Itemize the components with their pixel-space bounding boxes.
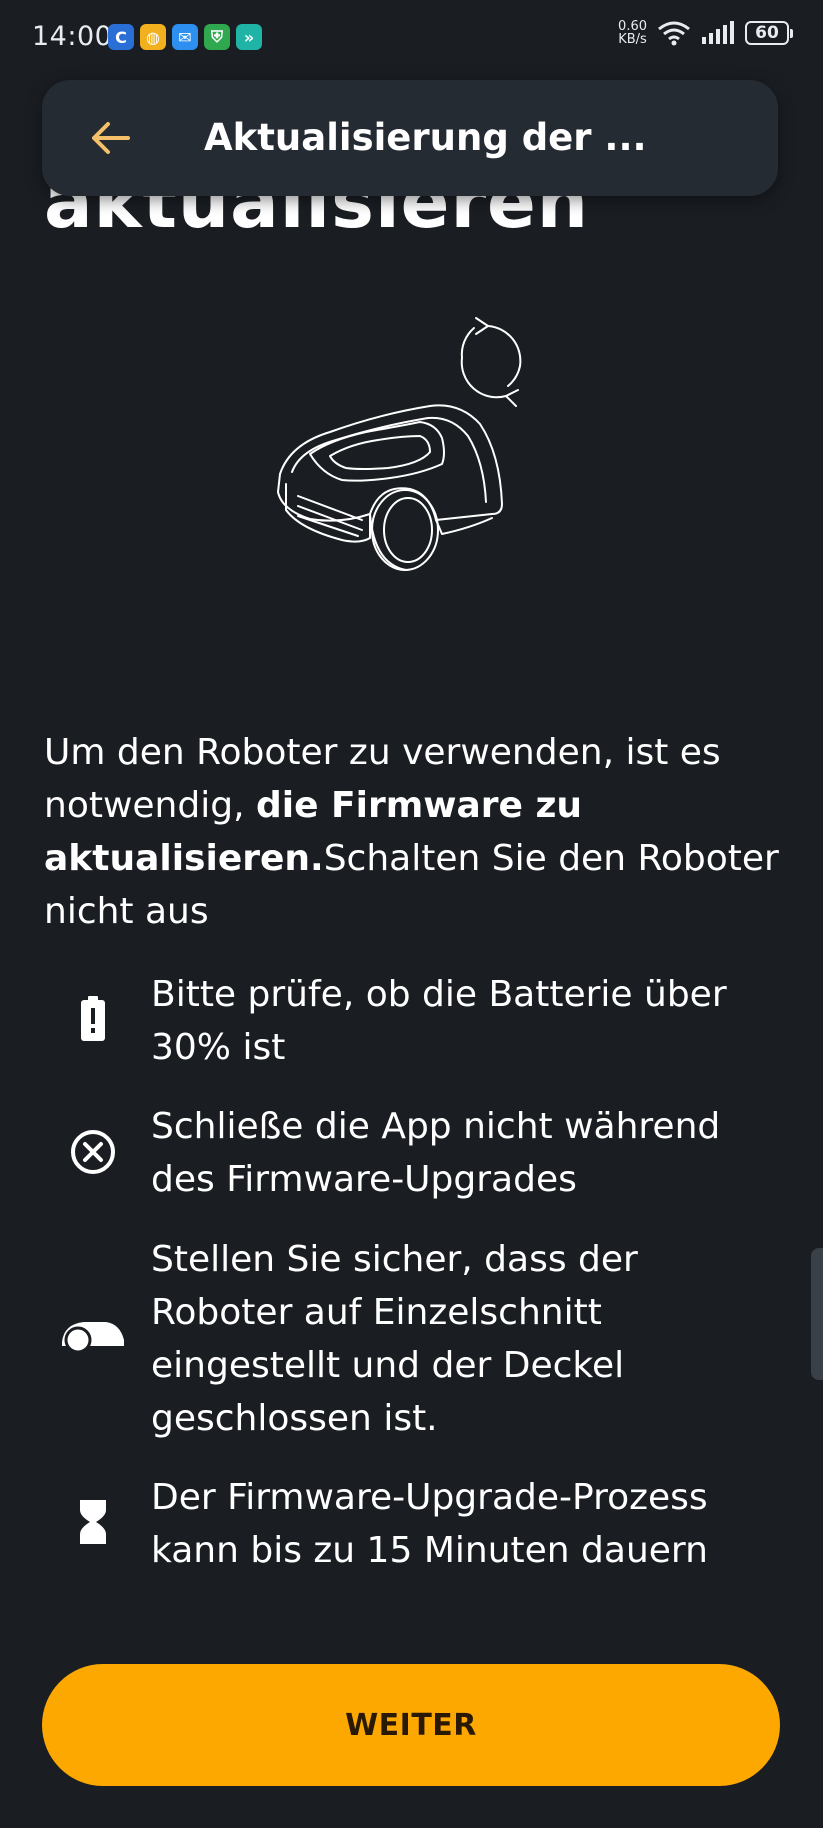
net-speed: 0.60 KB/s [618,20,647,46]
globe-app-icon: ◍ [140,24,166,50]
requirement-mower-setup-line1: Stellen Sie sicher, dass der [151,1239,638,1280]
intro-text: Um den Roboter zu verwenden, ist es notw… [44,726,784,938]
battery-tip [790,28,793,38]
requirement-app-open-line2: des Firmware-Upgrades [151,1159,577,1200]
battery-level: 60 [745,21,789,45]
wifi-icon [658,21,690,46]
requirement-mower-setup-line4: geschlossen ist. [151,1398,438,1439]
mail-app-icon: ✉ [172,24,198,50]
requirement-battery-text: Bitte prüfe, ob die Batterie über 30% is… [151,968,771,1074]
shield-app-icon: ⛨ [204,24,230,50]
robot-mower-illustration [277,317,522,571]
requirement-duration-text: Der Firmware-Upgrade-Prozess kann bis zu… [151,1471,771,1577]
net-speed-unit: KB/s [618,32,647,47]
mower-icon [58,1299,128,1369]
requirement-battery-line1: Bitte prüfe, ob die Batterie über [151,974,727,1015]
status-app-icons: C ◍ ✉ ⛨ » [108,24,262,50]
requirement-duration-line2: kann bis zu 15 Minuten dauern [151,1530,708,1571]
requirement-mower-setup-line2: Roboter auf Einzelschnitt [151,1292,602,1333]
sync-icon [460,317,522,407]
scroll-handle[interactable] [811,1248,823,1380]
back-button[interactable] [82,110,138,166]
requirement-app-open-text: Schließe die App nicht während des Firmw… [151,1100,771,1206]
status-right: 0.60 KB/s 60 [618,20,793,46]
arrow-left-icon [92,122,130,154]
battery-alert-icon [58,984,128,1054]
status-bar: 14:00 C ◍ ✉ ⛨ » 0.60 KB/s 60 [0,0,823,76]
app-bar-title: Aktualisierung der ... [204,116,647,159]
signal-icon [702,21,734,44]
requirement-app-open-line1: Schließe die App nicht während [151,1106,721,1147]
hourglass-icon [58,1487,128,1557]
app-bar: Aktualisierung der ... [42,80,778,196]
requirement-battery-line2: 30% ist [151,1027,286,1068]
close-circle-icon [58,1117,128,1187]
status-time: 14:00 [32,21,113,52]
battery-indicator: 60 [745,21,793,45]
sync-app-icon: C [108,24,134,50]
next-button[interactable]: WEITER [42,1664,780,1786]
requirement-duration-line1: Der Firmware-Upgrade-Prozess [151,1477,708,1518]
requirement-mower-setup-text: Stellen Sie sicher, dass der Roboter auf… [151,1233,771,1445]
dash-app-icon: » [236,24,262,50]
requirement-mower-setup-line3: eingestellt und der Deckel [151,1345,625,1386]
